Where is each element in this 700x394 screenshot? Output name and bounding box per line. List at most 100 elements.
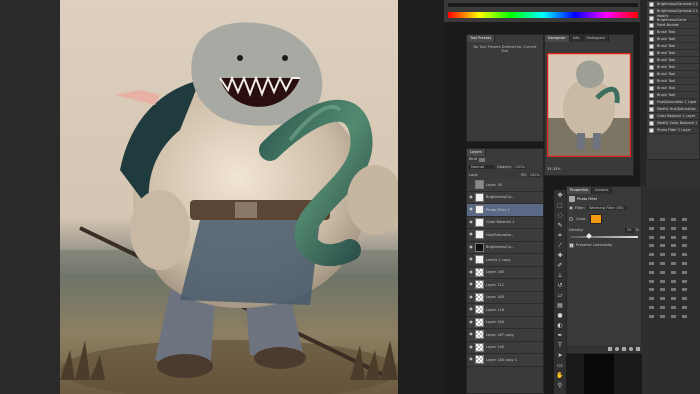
style-preset-icon[interactable] [660,235,665,239]
style-preset-icon[interactable] [682,218,687,221]
style-preset-icon[interactable] [682,226,687,230]
layer-row[interactable]: ◉ Layer 164 [467,316,543,329]
style-preset-icon[interactable] [671,305,676,309]
history-item[interactable]: Color Balance 1 Layer [647,113,699,120]
visibility-eye-icon[interactable]: ◉ [467,269,475,275]
style-preset-icon[interactable] [671,288,676,292]
history-item[interactable]: Paint Bucket [647,22,699,29]
opacity-value[interactable]: 100% [513,164,527,170]
style-preset-icon[interactable] [671,261,676,265]
fill-value[interactable]: 100% [528,172,541,178]
style-preset-icon[interactable] [682,297,687,301]
style-preset-icon[interactable] [649,288,654,292]
layer-row[interactable]: ◉ Layer 163 [467,291,543,304]
style-preset-icon[interactable] [682,314,687,318]
history-item[interactable]: Brush Tool [647,57,699,64]
pen-tool-icon[interactable]: ✒ [556,331,565,340]
style-preset-icon[interactable] [660,297,665,301]
clip-to-layer-icon[interactable] [608,347,612,351]
style-preset-icon[interactable] [682,279,687,283]
style-preset-icon[interactable] [660,288,665,292]
visibility-eye-icon[interactable]: ◉ [467,344,475,350]
quick-select-tool-icon[interactable]: ✎ [556,221,565,230]
style-preset-icon[interactable] [671,253,676,257]
visibility-icon[interactable] [629,347,633,351]
layer-row[interactable]: ◉ Layer 140 [467,341,543,354]
style-preset-icon[interactable] [660,261,665,265]
style-preset-icon[interactable] [649,270,654,274]
foreground-swatch-black[interactable] [584,354,614,394]
layer-row[interactable]: ◉ Brightness/Co... [467,191,543,204]
layer-row[interactable]: ◉ Layer 140 copy 1 [467,354,543,367]
history-item[interactable]: Brush Tool [647,85,699,92]
style-preset-icon[interactable] [649,218,654,221]
style-preset-icon[interactable] [671,297,676,301]
style-preset-icon[interactable] [649,305,654,309]
style-preset-icon[interactable] [682,261,687,265]
history-item[interactable]: Brightness/Contrast 1 L [647,1,699,8]
crop-tool-icon[interactable]: ⌗ [556,231,565,240]
style-preset-icon[interactable] [671,226,676,230]
style-preset-icon[interactable] [649,279,654,283]
clone-stamp-tool-icon[interactable]: ⊥ [556,271,565,280]
lasso-tool-icon[interactable]: ◌ [556,211,565,220]
history-item[interactable]: Brush Tool [647,92,699,99]
history-item[interactable]: Brush Tool [647,64,699,71]
history-item[interactable]: Modify Color Balance 1 [647,120,699,127]
style-preset-icon[interactable] [671,235,676,239]
document-canvas[interactable] [60,0,398,394]
density-slider[interactable] [570,232,638,239]
tab-properties[interactable]: Properties [567,187,593,194]
style-preset-icon[interactable] [660,279,665,283]
style-preset-icon[interactable] [649,235,654,239]
layer-row[interactable]: ◉ Layer 111 [467,279,543,292]
view-previous-icon[interactable] [615,347,619,351]
layer-row[interactable]: ◉ Photo Filter 1 [467,204,543,217]
visibility-eye-icon[interactable]: ◉ [467,257,475,262]
layer-row[interactable]: ◉ Color Balance 1 [467,216,543,229]
layer-row[interactable]: ◉ Layer 165 [467,266,543,279]
tab-actions[interactable]: Actions [592,187,613,194]
gradient-tool-icon[interactable]: ▤ [556,301,565,310]
style-preset-icon[interactable] [682,288,687,292]
history-item[interactable]: Brush Tool [647,71,699,78]
tab-layers[interactable]: Layers [467,149,486,156]
tab-histogram[interactable]: Histogram [583,35,610,42]
trash-icon[interactable] [636,347,640,351]
layer-row[interactable]: ◉ Layer 116 [467,304,543,317]
visibility-eye-icon[interactable]: ◉ [467,282,475,287]
history-item[interactable]: Brush Tool [647,36,699,43]
tab-info[interactable]: Info [569,35,584,42]
visibility-eye-icon[interactable]: ◉ [467,194,475,200]
reset-icon[interactable] [622,347,626,351]
style-preset-icon[interactable] [671,218,676,221]
move-tool-icon[interactable]: ✥ [556,191,565,200]
history-item[interactable]: Brush Tool [647,29,699,36]
dodge-tool-icon[interactable]: ◐ [556,321,565,330]
style-preset-icon[interactable] [671,279,676,283]
eraser-tool-icon[interactable]: ▱ [556,291,565,300]
hue-spectrum[interactable] [448,12,638,18]
visibility-eye-icon[interactable]: ◉ [467,244,475,250]
shape-tool-icon[interactable]: ▭ [556,361,565,370]
history-item[interactable]: Brush Tool [647,50,699,57]
layer-row[interactable]: ◉ Layer 167 copy [467,329,543,342]
marquee-tool-icon[interactable]: ⬚ [556,201,565,210]
style-preset-icon[interactable] [682,305,687,309]
path-select-tool-icon[interactable]: ➤ [556,351,565,360]
visibility-eye-icon[interactable]: ◉ [467,319,475,325]
style-preset-icon[interactable] [649,244,654,248]
layer-row[interactable]: ◉ Levels 1 copy [467,254,543,267]
visibility-eye-icon[interactable]: ◉ [467,307,475,312]
style-preset-icon[interactable] [649,297,654,301]
style-preset-icon[interactable] [649,253,654,257]
style-preset-icon[interactable] [682,244,687,248]
history-brush-tool-icon[interactable]: ↺ [556,281,565,290]
style-preset-icon[interactable] [671,314,676,318]
navigator-zoom[interactable]: 33.33% [547,167,561,171]
history-item[interactable]: Brush Tool [647,78,699,85]
filter-radio[interactable] [569,206,573,211]
style-preset-icon[interactable] [660,305,665,309]
density-value[interactable]: 25 [625,228,634,233]
style-preset-icon[interactable] [671,244,676,248]
